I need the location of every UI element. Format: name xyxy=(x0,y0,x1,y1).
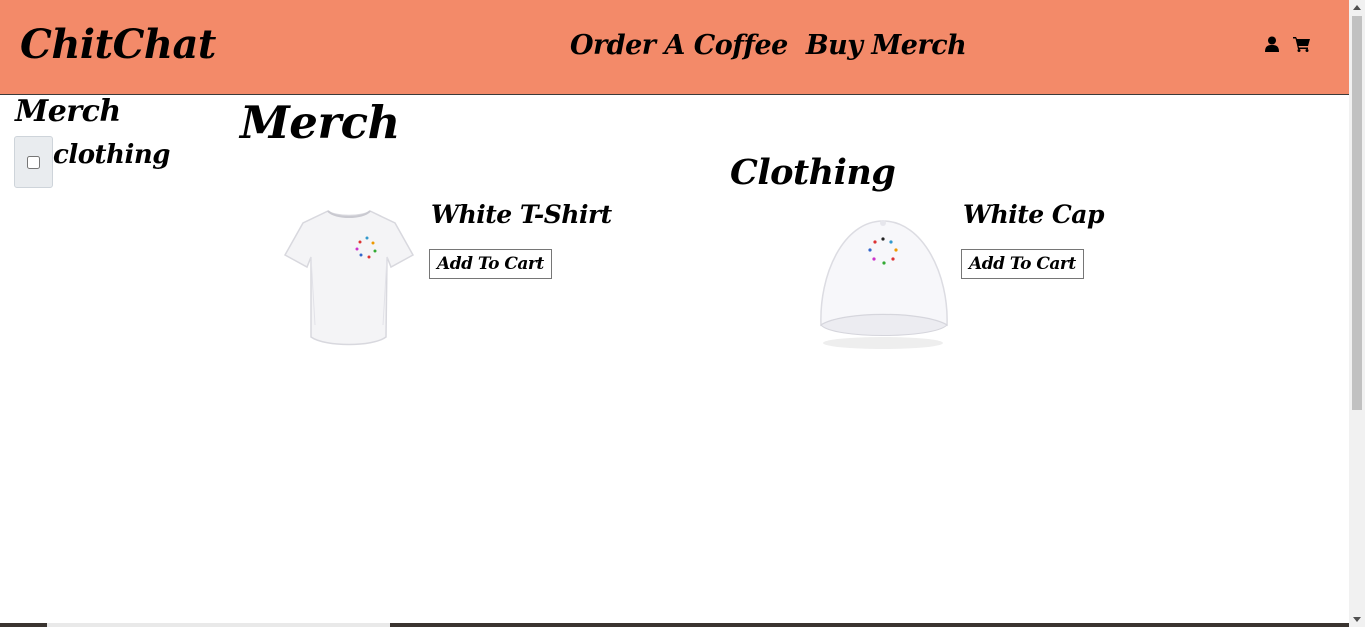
t-shirt-image[interactable] xyxy=(283,205,415,350)
add-to-cart-button[interactable]: Add To Cart xyxy=(961,249,1084,279)
scroll-down-arrow-icon[interactable] xyxy=(1353,617,1361,622)
section-title: Clothing xyxy=(730,152,896,193)
logo[interactable]: ChitChat xyxy=(20,20,216,70)
bottom-edge xyxy=(0,623,1349,627)
page-title: Merch xyxy=(240,96,400,149)
nav-order-coffee[interactable]: Order A Coffee xyxy=(570,28,788,64)
nav-buy-merch[interactable]: Buy Merch xyxy=(806,28,967,64)
product-name: White Cap xyxy=(963,200,1104,229)
add-to-cart-button[interactable]: Add To Cart xyxy=(429,249,552,279)
filter-clothing-checkbox-box[interactable] xyxy=(14,136,53,188)
cart-icon[interactable] xyxy=(1293,36,1311,52)
main-nav: Order A Coffee Buy Merch xyxy=(570,28,967,64)
scroll-up-arrow-icon[interactable] xyxy=(1353,5,1361,10)
header-icons xyxy=(1265,36,1311,52)
cap-image[interactable] xyxy=(813,215,953,355)
vertical-scrollbar[interactable] xyxy=(1349,0,1365,627)
scrollbar-thumb[interactable] xyxy=(1352,16,1362,410)
filter-clothing-label[interactable]: clothing xyxy=(53,138,170,172)
filter-clothing-checkbox[interactable] xyxy=(27,155,40,169)
product-name: White T-Shirt xyxy=(431,200,612,229)
user-icon[interactable] xyxy=(1265,36,1279,52)
sidebar-title: Merch xyxy=(15,94,121,129)
bottom-edge-highlight xyxy=(47,623,390,627)
top-nav-bar: ChitChat Order A Coffee Buy Merch xyxy=(0,0,1349,95)
